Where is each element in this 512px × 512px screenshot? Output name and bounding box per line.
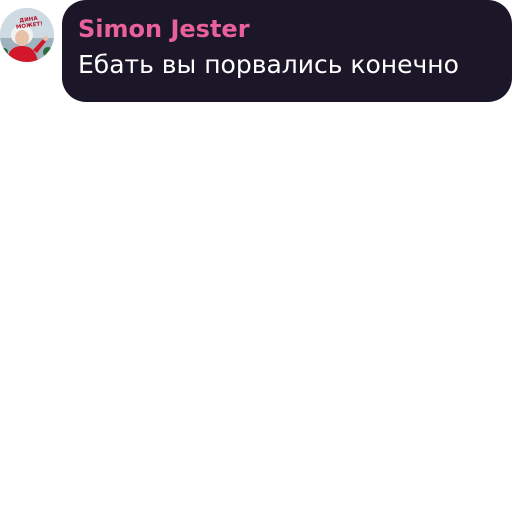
message-bubble: Simon Jester Ебать вы порвались конечно <box>62 0 512 102</box>
message-text: Ебать вы порвались конечно <box>78 50 459 79</box>
avatar[interactable]: ДИНА МОЖЕТ! <box>0 8 54 62</box>
sender-name[interactable]: Simon Jester <box>78 15 250 43</box>
chat-message: ДИНА МОЖЕТ! Simon Jester Ебать вы порвал… <box>0 0 512 110</box>
